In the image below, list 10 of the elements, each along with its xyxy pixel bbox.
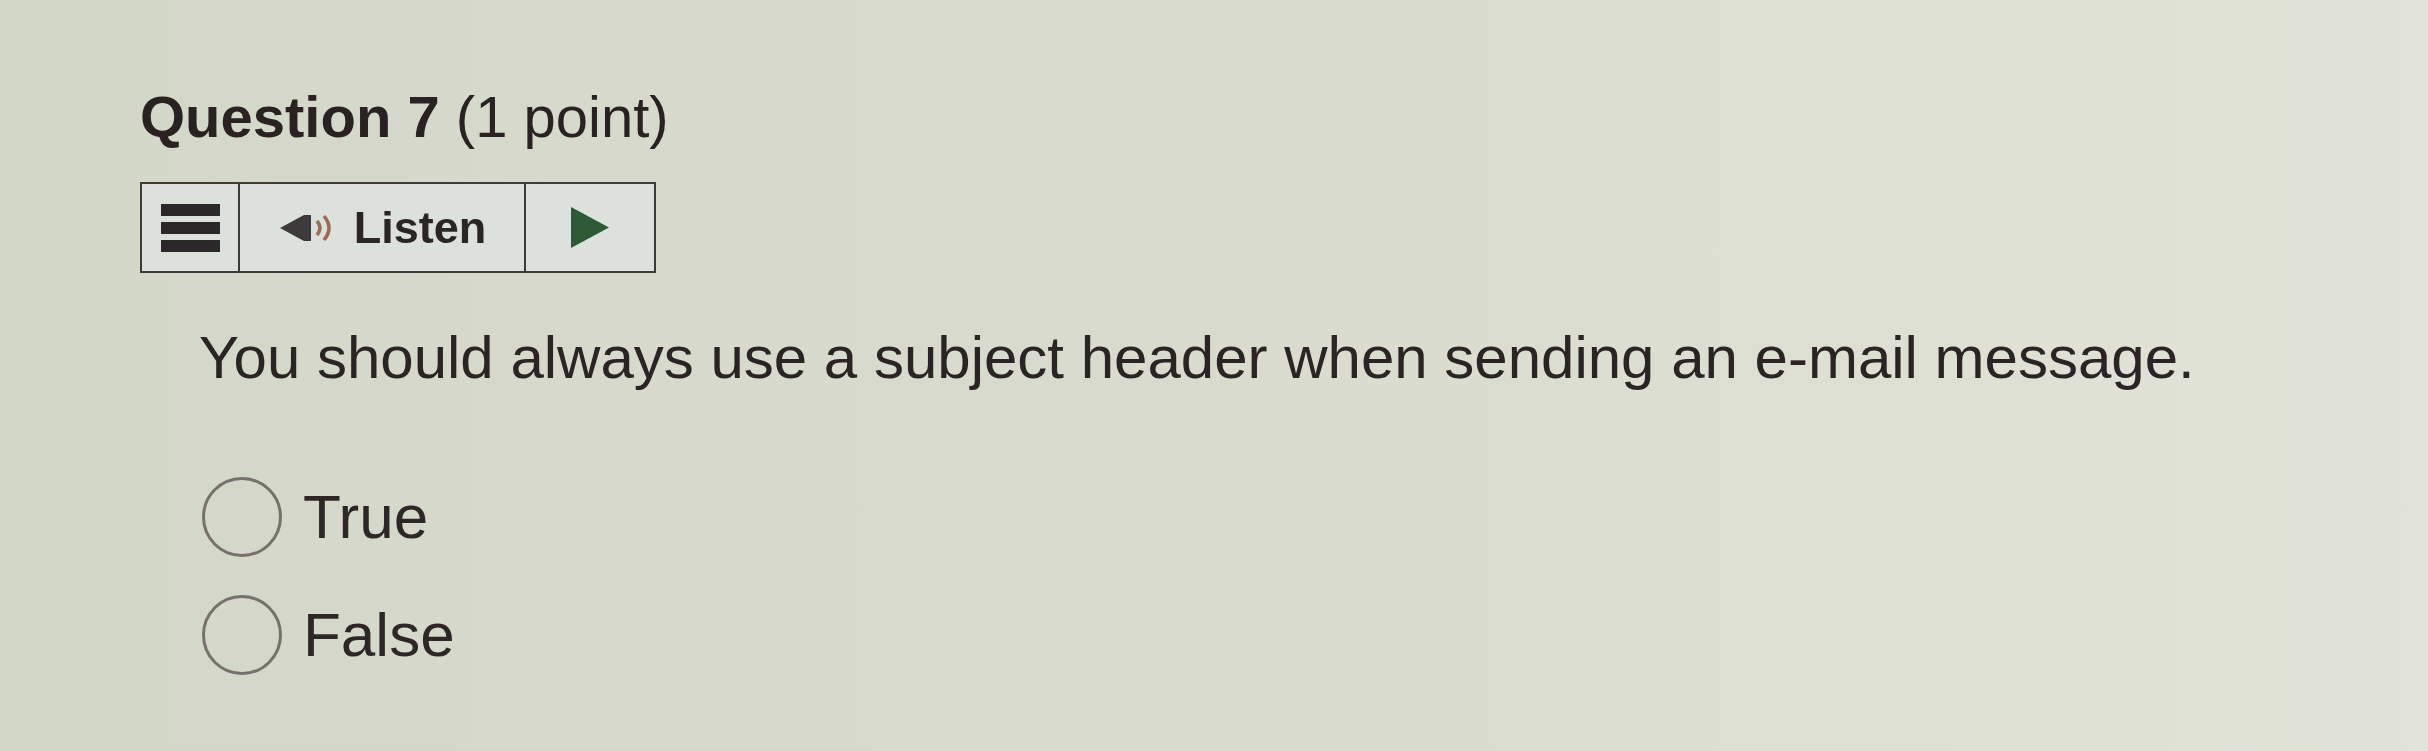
play-button[interactable]: [524, 182, 656, 273]
radio-button[interactable]: [202, 477, 282, 557]
radio-button[interactable]: [202, 595, 282, 675]
listen-button[interactable]: Listen: [238, 182, 526, 273]
menu-button[interactable]: [140, 182, 240, 273]
option-label[interactable]: True: [303, 486, 429, 548]
menu-icon: [160, 203, 220, 252]
option-label[interactable]: False: [303, 604, 455, 666]
play-icon: [571, 207, 609, 248]
question-text: You should always use a subject header when sending an e-mail message.: [199, 328, 2195, 388]
